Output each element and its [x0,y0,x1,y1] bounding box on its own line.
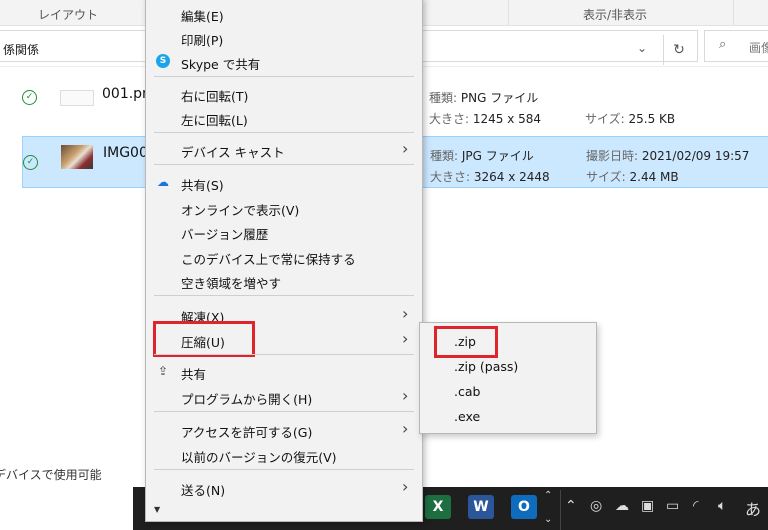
file-thumbnail [60,90,94,106]
ribbon-divider [508,0,509,25]
menu-item-print[interactable]: 印刷(P) [146,25,422,49]
menu-item-rotate-right[interactable]: 右に回転(T) [146,81,422,105]
menu-separator [154,164,414,165]
file-thumbnail [61,145,93,169]
highlight-box [434,326,498,358]
menu-item-edit[interactable]: 編集(E) [146,1,422,25]
menu-separator [154,354,414,355]
highlight-box [153,321,255,357]
menu-separator [154,411,414,412]
compress-submenu: .zip .zip (pass) .cab .exe [419,322,597,434]
wifi-icon[interactable]: ◜ [693,498,698,514]
menu-item-free-space[interactable]: 空き領域を増やす [146,268,422,292]
menu-item-skype-share[interactable]: S Skype で共有 [146,49,422,73]
file-type: 種類: PNG ファイル [429,91,539,105]
file-date-taken: 撮影日時: 2021/02/09 19:57 [586,149,750,163]
chevron-right-icon: › [402,304,409,323]
menu-separator [154,469,414,470]
menu-scroll-down-icon[interactable]: ▼ [154,505,160,514]
volume-icon[interactable]: 🔈︎ [718,498,726,514]
menu-item-version-history[interactable]: バージョン履歴 [146,219,422,243]
menu-separator [154,76,414,77]
onedrive-tray-icon[interactable]: ☁ [615,498,629,514]
ribbon-layout-label[interactable]: レイアウト [38,6,98,23]
menu-item-share-onedrive[interactable]: ☁ 共有(S) [146,170,422,194]
availability-status: デバイスで使用可能 [0,468,102,482]
submenu-item-cab[interactable]: .cab [420,379,596,403]
share-icon: ⇪ [157,364,169,378]
search-icon: ⌕ [719,37,727,52]
skype-icon: S [156,54,170,68]
ime-mode-indicator[interactable]: あ [745,496,761,520]
menu-item-always-keep[interactable]: このデバイス上で常に保持する [146,244,422,268]
chevron-right-icon: › [402,419,409,438]
word-icon[interactable]: W [468,495,494,519]
menu-item-grant-access[interactable]: アクセスを許可する(G) › [146,417,422,441]
tray-app-icon[interactable]: ◎ [590,498,602,514]
ribbon-view-label[interactable]: 表示/非表示 [583,6,647,23]
chevron-right-icon: › [402,386,409,405]
file-dimensions: 大きさ: 3264 x 2448 [430,170,550,184]
sync-check-icon: ✓ [23,155,38,170]
file-size: サイズ: 25.5 KB [585,112,676,126]
battery-icon[interactable]: ▭ [666,498,679,514]
search-input[interactable]: 画像 [749,39,768,56]
sync-check-icon: ✓ [22,90,37,105]
address-path: 係関係 [3,43,40,57]
ribbon-divider [733,0,734,25]
taskbar-divider [560,490,561,530]
menu-item-share[interactable]: ⇪ 共有 [146,359,422,383]
search-box[interactable]: ⌕ 画像 [704,30,768,62]
menu-item-view-online[interactable]: オンラインで表示(V) [146,195,422,219]
chevron-right-icon: › [402,329,409,348]
file-name: IMG00 [103,145,148,161]
menu-item-restore-previous[interactable]: 以前のバージョンの復元(V) [146,442,422,466]
file-name: 001.pn [102,86,151,102]
tray-overflow-icon[interactable]: ⌃ [565,498,577,514]
taskbar-scroll-arrows[interactable]: ⌃ ⌄ [544,490,552,526]
menu-item-device-cast[interactable]: デバイス キャスト › [146,137,422,161]
file-size: サイズ: 2.44 MB [586,170,679,184]
menu-separator [154,132,414,133]
onedrive-cloud-icon: ☁ [157,175,169,189]
file-dimensions: 大きさ: 1245 x 584 [429,112,542,126]
refresh-icon[interactable]: ↻ [663,35,694,65]
chevron-right-icon: › [402,139,409,158]
menu-item-open-with[interactable]: プログラムから開く(H) › [146,384,422,408]
context-menu: 編集(E) 印刷(P) S Skype で共有 右に回転(T) 左に回転(L) … [145,0,423,522]
tray-app-icon[interactable]: ▣ [641,498,654,514]
menu-item-send-to[interactable]: 送る(N) › [146,475,422,499]
chevron-down-icon[interactable]: ⌄ [637,41,647,55]
submenu-item-exe[interactable]: .exe [420,404,596,428]
excel-icon[interactable]: X [425,495,451,519]
file-type: 種類: JPG ファイル [430,149,534,163]
outlook-icon[interactable]: O [511,495,537,519]
chevron-right-icon: › [402,477,409,496]
menu-separator [154,295,414,296]
menu-item-rotate-left[interactable]: 左に回転(L) [146,105,422,129]
